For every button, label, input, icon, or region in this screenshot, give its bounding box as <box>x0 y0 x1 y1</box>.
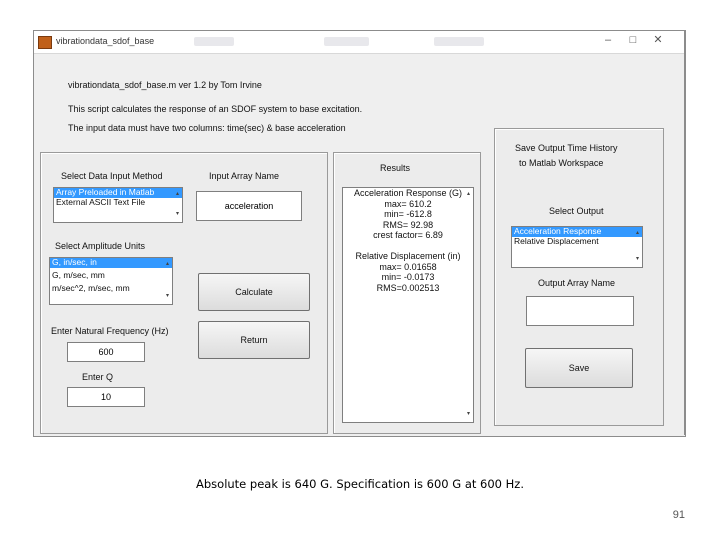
header-line-3: The input data must have two columns: ti… <box>68 123 346 133</box>
scroll-down-icon[interactable]: ▾ <box>174 210 181 217</box>
maximize-icon[interactable]: □ <box>624 33 642 47</box>
result-line: RMS=0.002513 <box>376 282 440 293</box>
background-tab-ghost <box>324 37 369 46</box>
scroll-up-icon[interactable]: ▴ <box>634 229 641 236</box>
window-edge <box>684 30 685 435</box>
title-bar: vibrationdata_sdof_base – □ ✕ <box>34 31 685 54</box>
amplitude-units-label: Select Amplitude Units <box>55 241 146 251</box>
result-line: RMS= 92.98 <box>382 219 434 230</box>
background-tab-ghost <box>194 37 234 46</box>
page-number: 91 <box>672 509 685 521</box>
header-line-2: This script calculates the response of a… <box>68 104 363 114</box>
result-line: max= 0.01658 <box>379 261 437 272</box>
scroll-up-icon[interactable]: ▴ <box>164 260 171 267</box>
minimize-icon[interactable]: – <box>599 33 617 47</box>
calculate-button[interactable]: Calculate <box>198 273 310 311</box>
natural-frequency-label: Enter Natural Frequency (Hz) <box>51 326 169 336</box>
return-button[interactable]: Return <box>198 321 310 359</box>
select-output-label: Select Output <box>549 206 604 216</box>
input-array-name-field[interactable]: acceleration <box>196 191 302 221</box>
q-field[interactable]: 10 <box>67 387 145 407</box>
results-panel: Results Acceleration Response (G) max= 6… <box>333 152 481 434</box>
result-line: max= 610.2 <box>384 198 432 209</box>
figure-client-area: vibrationdata_sdof_base.m ver 1.2 by Tom… <box>34 54 685 436</box>
save-button[interactable]: Save <box>525 348 633 388</box>
scroll-up-icon[interactable]: ▴ <box>174 190 181 197</box>
save-output-panel: Save Output Time History to Matlab Works… <box>494 128 664 426</box>
input-array-name-label: Input Array Name <box>209 171 280 181</box>
background-tab-ghost <box>434 37 484 46</box>
save-panel-title-2: to Matlab Workspace <box>519 158 604 168</box>
results-title: Results <box>380 163 411 173</box>
list-item[interactable]: G, m/sec, mm <box>50 270 172 281</box>
header-line-1: vibrationdata_sdof_base.m ver 1.2 by Tom… <box>68 80 262 90</box>
result-line: Relative Displacement (in) <box>355 251 461 261</box>
slide-caption: Absolute peak is 640 G. Specification is… <box>196 477 524 491</box>
list-item[interactable]: External ASCII Text File <box>54 197 182 208</box>
results-box: Acceleration Response (G) max= 610.2 min… <box>342 187 474 423</box>
output-array-name-field[interactable] <box>526 296 634 326</box>
result-line: min= -0.0173 <box>381 272 435 282</box>
data-input-method-label: Select Data Input Method <box>61 171 163 181</box>
output-array-name-label: Output Array Name <box>538 278 616 288</box>
app-window: vibrationdata_sdof_base – □ ✕ vibrationd… <box>33 30 686 437</box>
list-item[interactable]: G, in/sec, in <box>50 258 172 268</box>
data-input-method-list[interactable]: Array Preloaded in Matlab External ASCII… <box>53 187 183 223</box>
scroll-up-icon[interactable]: ▴ <box>465 190 472 197</box>
list-item[interactable]: m/sec^2, m/sec, mm <box>50 283 172 294</box>
scroll-down-icon[interactable]: ▾ <box>465 410 472 417</box>
close-icon[interactable]: ✕ <box>649 33 667 47</box>
result-line <box>343 241 473 252</box>
app-icon <box>38 36 52 49</box>
result-line: min= -612.8 <box>384 209 432 219</box>
scroll-down-icon[interactable]: ▾ <box>634 255 641 262</box>
scroll-down-icon[interactable]: ▾ <box>164 292 171 299</box>
q-label: Enter Q <box>82 372 114 382</box>
result-line: Acceleration Response (G) <box>353 188 463 198</box>
window-title: vibrationdata_sdof_base <box>56 36 155 46</box>
amplitude-units-list[interactable]: G, in/sec, in G, m/sec, mm m/sec^2, m/se… <box>49 257 173 305</box>
result-line: crest factor= 6.89 <box>373 230 443 240</box>
input-panel: Select Data Input Method Array Preloaded… <box>40 152 328 434</box>
natural-frequency-field[interactable]: 600 <box>67 342 145 362</box>
list-item[interactable]: Relative Displacement <box>512 236 642 247</box>
save-panel-title-1: Save Output Time History <box>515 143 618 153</box>
select-output-list[interactable]: Acceleration Response Relative Displacem… <box>511 226 643 268</box>
